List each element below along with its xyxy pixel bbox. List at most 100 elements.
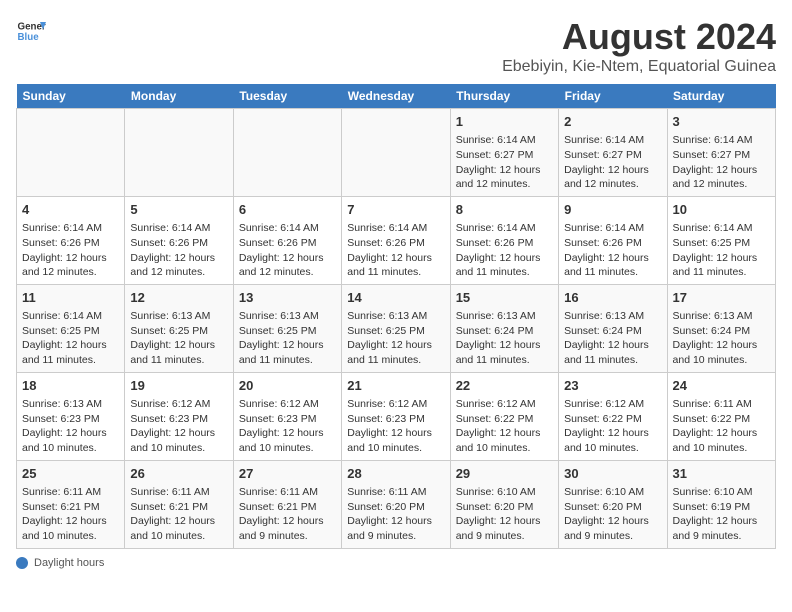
calendar-cell: 4 Sunrise: 6:14 AMSunset: 6:26 PMDaylight… xyxy=(17,196,125,284)
cell-content: Sunrise: 6:13 AMSunset: 6:24 PMDaylight:… xyxy=(564,309,661,368)
day-number: 14 xyxy=(347,289,444,307)
calendar-day-header: Sunday xyxy=(17,84,125,109)
cell-content: Sunrise: 6:11 AMSunset: 6:20 PMDaylight:… xyxy=(347,485,444,544)
day-number: 12 xyxy=(130,289,227,307)
calendar-cell xyxy=(342,109,450,197)
day-number: 27 xyxy=(239,465,336,483)
day-number: 26 xyxy=(130,465,227,483)
cell-content: Sunrise: 6:10 AMSunset: 6:20 PMDaylight:… xyxy=(456,485,553,544)
day-number: 5 xyxy=(130,201,227,219)
day-number: 25 xyxy=(22,465,119,483)
cell-content: Sunrise: 6:14 AMSunset: 6:27 PMDaylight:… xyxy=(673,133,770,192)
calendar-cell: 28Sunrise: 6:11 AMSunset: 6:20 PMDayligh… xyxy=(342,460,450,548)
cell-content: Sunrise: 6:14 AMSunset: 6:26 PMDaylight:… xyxy=(564,221,661,280)
calendar-header-row: SundayMondayTuesdayWednesdayThursdayFrid… xyxy=(17,84,776,109)
calendar-cell: 15Sunrise: 6:13 AMSunset: 6:24 PMDayligh… xyxy=(450,284,558,372)
page-subtitle: Ebebiyin, Kie-Ntem, Equatorial Guinea xyxy=(502,58,776,76)
day-number: 4 xyxy=(22,201,119,219)
day-number: 13 xyxy=(239,289,336,307)
cell-content: Sunrise: 6:11 AMSunset: 6:22 PMDaylight:… xyxy=(673,397,770,456)
calendar-day-header: Thursday xyxy=(450,84,558,109)
day-number: 15 xyxy=(456,289,553,307)
calendar-cell: 2Sunrise: 6:14 AMSunset: 6:27 PMDaylight… xyxy=(559,109,667,197)
cell-content: Sunrise: 6:14 AMSunset: 6:27 PMDaylight:… xyxy=(456,133,553,192)
calendar-cell: 8Sunrise: 6:14 AMSunset: 6:26 PMDaylight… xyxy=(450,196,558,284)
title-section: August 2024 Ebebiyin, Kie-Ntem, Equatori… xyxy=(502,16,776,76)
calendar-cell: 10 Sunrise: 6:14 AMSunset: 6:25 PMDayligh… xyxy=(667,196,775,284)
calendar-footer: Daylight hours xyxy=(16,557,776,569)
cell-content: Sunrise: 6:12 AMSunset: 6:23 PMDaylight:… xyxy=(347,397,444,456)
day-number: 23 xyxy=(564,377,661,395)
day-number: 2 xyxy=(564,113,661,131)
cell-content: Sunrise: 6:14 AMSunset: 6:26 PMDaylight:… xyxy=(22,221,119,280)
day-number: 30 xyxy=(564,465,661,483)
day-number: 22 xyxy=(456,377,553,395)
cell-content: Sunrise: 6:11 AMSunset: 6:21 PMDaylight:… xyxy=(22,485,119,544)
calendar-day-header: Monday xyxy=(125,84,233,109)
calendar-cell: 9 Sunrise: 6:14 AMSunset: 6:26 PMDaylight… xyxy=(559,196,667,284)
calendar-day-header: Friday xyxy=(559,84,667,109)
day-number: 24 xyxy=(673,377,770,395)
logo-icon: General Blue xyxy=(16,16,46,46)
cell-content: Sunrise: 6:13 AMSunset: 6:25 PMDaylight:… xyxy=(347,309,444,368)
cell-content: Sunrise: 6:11 AMSunset: 6:21 PMDaylight:… xyxy=(239,485,336,544)
calendar-cell: 25 Sunrise: 6:11 AMSunset: 6:21 PMDayligh… xyxy=(17,460,125,548)
page-title: August 2024 xyxy=(502,16,776,58)
calendar-day-header: Saturday xyxy=(667,84,775,109)
day-number: 19 xyxy=(130,377,227,395)
cell-content: Sunrise: 6:13 AMSunset: 6:23 PMDaylight:… xyxy=(22,397,119,456)
cell-content: Sunrise: 6:14 AMSunset: 6:26 PMDaylight:… xyxy=(456,221,553,280)
day-number: 18 xyxy=(22,377,119,395)
calendar-cell: 20 Sunrise: 6:12 AMSunset: 6:23 PMDayligh… xyxy=(233,372,341,460)
calendar-cell: 13 Sunrise: 6:13 AMSunset: 6:25 PMDayligh… xyxy=(233,284,341,372)
calendar-cell xyxy=(17,109,125,197)
calendar-day-header: Wednesday xyxy=(342,84,450,109)
day-number: 6 xyxy=(239,201,336,219)
cell-content: Sunrise: 6:13 AMSunset: 6:25 PMDaylight:… xyxy=(239,309,336,368)
calendar-cell: 21 Sunrise: 6:12 AMSunset: 6:23 PMDayligh… xyxy=(342,372,450,460)
calendar-week-row: 18 Sunrise: 6:13 AMSunset: 6:23 PMDayligh… xyxy=(17,372,776,460)
cell-content: Sunrise: 6:12 AMSunset: 6:23 PMDaylight:… xyxy=(239,397,336,456)
day-number: 29 xyxy=(456,465,553,483)
cell-content: Sunrise: 6:14 AMSunset: 6:25 PMDaylight:… xyxy=(673,221,770,280)
day-number: 7 xyxy=(347,201,444,219)
calendar-cell: 29 Sunrise: 6:10 AMSunset: 6:20 PMDayligh… xyxy=(450,460,558,548)
day-number: 17 xyxy=(673,289,770,307)
cell-content: Sunrise: 6:14 AMSunset: 6:26 PMDaylight:… xyxy=(130,221,227,280)
day-number: 20 xyxy=(239,377,336,395)
calendar-cell: 12 Sunrise: 6:13 AMSunset: 6:25 PMDayligh… xyxy=(125,284,233,372)
calendar-cell: 6Sunrise: 6:14 AMSunset: 6:26 PMDaylight… xyxy=(233,196,341,284)
day-number: 21 xyxy=(347,377,444,395)
cell-content: Sunrise: 6:11 AMSunset: 6:21 PMDaylight:… xyxy=(130,485,227,544)
calendar-cell: 1 Sunrise: 6:14 AMSunset: 6:27 PMDaylight… xyxy=(450,109,558,197)
cell-content: Sunrise: 6:14 AMSunset: 6:26 PMDaylight:… xyxy=(347,221,444,280)
cell-content: Sunrise: 6:14 AMSunset: 6:25 PMDaylight:… xyxy=(22,309,119,368)
day-number: 16 xyxy=(564,289,661,307)
page-header: General Blue August 2024 Ebebiyin, Kie-N… xyxy=(16,16,776,76)
svg-text:Blue: Blue xyxy=(18,32,40,43)
calendar-cell: 3Sunrise: 6:14 AMSunset: 6:27 PMDaylight… xyxy=(667,109,775,197)
cell-content: Sunrise: 6:13 AMSunset: 6:25 PMDaylight:… xyxy=(130,309,227,368)
calendar-cell: 23 Sunrise: 6:12 AMSunset: 6:22 PMDayligh… xyxy=(559,372,667,460)
calendar-week-row: 1 Sunrise: 6:14 AMSunset: 6:27 PMDaylight… xyxy=(17,109,776,197)
day-number: 9 xyxy=(564,201,661,219)
calendar-week-row: 4 Sunrise: 6:14 AMSunset: 6:26 PMDaylight… xyxy=(17,196,776,284)
cell-content: Sunrise: 6:12 AMSunset: 6:22 PMDaylight:… xyxy=(564,397,661,456)
day-number: 31 xyxy=(673,465,770,483)
calendar-cell: 7 Sunrise: 6:14 AMSunset: 6:26 PMDaylight… xyxy=(342,196,450,284)
cell-content: Sunrise: 6:10 AMSunset: 6:19 PMDaylight:… xyxy=(673,485,770,544)
calendar-cell: 27 Sunrise: 6:11 AMSunset: 6:21 PMDayligh… xyxy=(233,460,341,548)
cell-content: Sunrise: 6:13 AMSunset: 6:24 PMDaylight:… xyxy=(673,309,770,368)
calendar-table: SundayMondayTuesdayWednesdayThursdayFrid… xyxy=(16,84,776,549)
cell-content: Sunrise: 6:12 AMSunset: 6:22 PMDaylight:… xyxy=(456,397,553,456)
cell-content: Sunrise: 6:10 AMSunset: 6:20 PMDaylight:… xyxy=(564,485,661,544)
calendar-day-header: Tuesday xyxy=(233,84,341,109)
footer-dot-icon xyxy=(16,557,28,569)
day-number: 1 xyxy=(456,113,553,131)
calendar-cell: 18 Sunrise: 6:13 AMSunset: 6:23 PMDayligh… xyxy=(17,372,125,460)
calendar-cell: 26 Sunrise: 6:11 AMSunset: 6:21 PMDayligh… xyxy=(125,460,233,548)
cell-content: Sunrise: 6:12 AMSunset: 6:23 PMDaylight:… xyxy=(130,397,227,456)
day-number: 10 xyxy=(673,201,770,219)
calendar-cell: 14 Sunrise: 6:13 AMSunset: 6:25 PMDayligh… xyxy=(342,284,450,372)
calendar-cell: 30 Sunrise: 6:10 AMSunset: 6:20 PMDayligh… xyxy=(559,460,667,548)
